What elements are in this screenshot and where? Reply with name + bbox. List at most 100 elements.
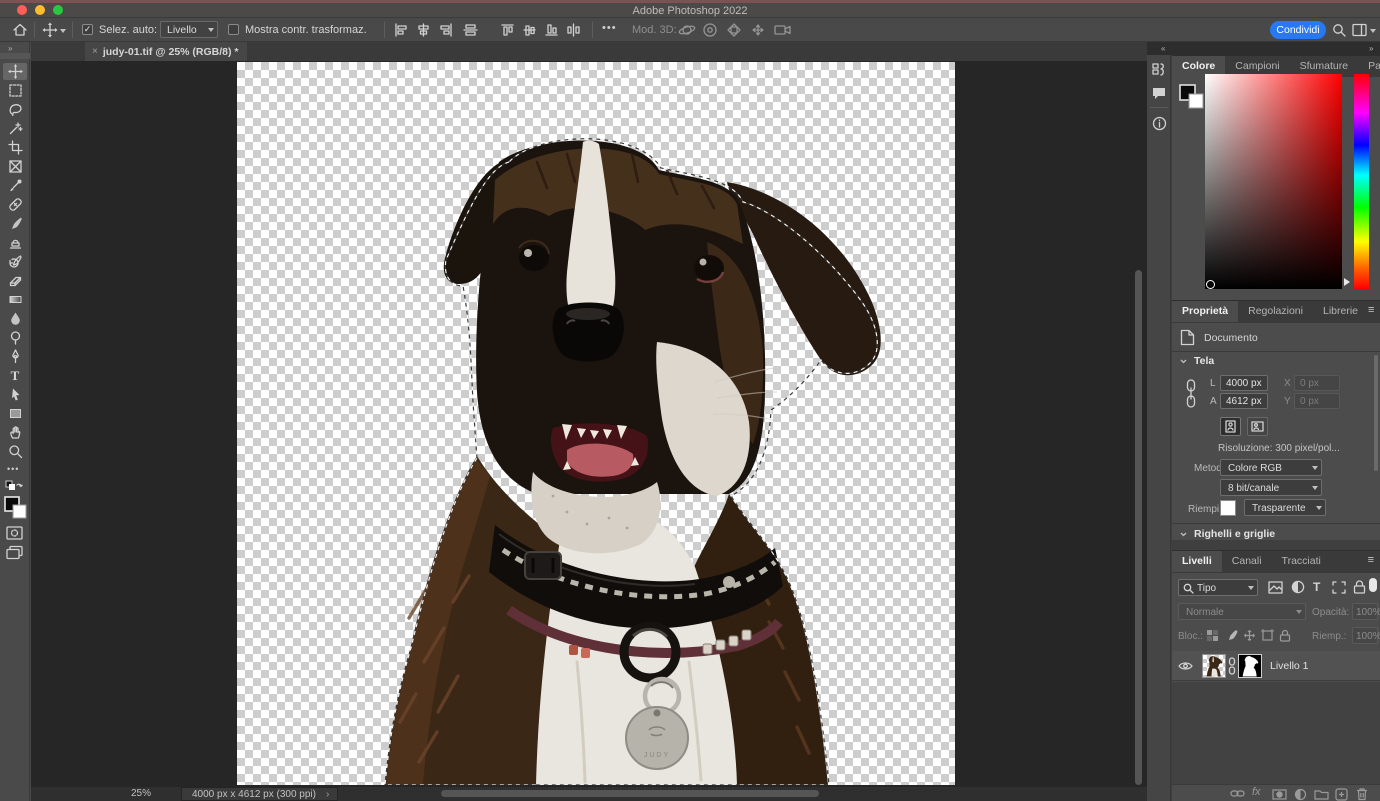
- tela-header[interactable]: Tela: [1194, 355, 1214, 367]
- path-selection-tool[interactable]: [3, 386, 27, 403]
- document-tab[interactable]: × judy-01.tif @ 25% (RGB/8) *: [85, 42, 247, 61]
- lasso-tool[interactable]: [3, 101, 27, 118]
- comments-panel-icon[interactable]: [1149, 83, 1169, 103]
- info-panel-icon[interactable]: [1149, 113, 1169, 133]
- dodge-tool[interactable]: [3, 329, 27, 346]
- tab-librerie[interactable]: Librerie: [1313, 301, 1368, 322]
- pen-tool[interactable]: [3, 348, 27, 365]
- new-group-icon[interactable]: [1314, 789, 1329, 800]
- layer-row[interactable]: Livello 1: [1172, 651, 1380, 681]
- tab-canali[interactable]: Canali: [1222, 551, 1272, 572]
- tab-tracciati[interactable]: Tracciati: [1272, 551, 1331, 572]
- workspace-icon[interactable]: [1352, 23, 1367, 37]
- more-options-icon[interactable]: •••: [602, 22, 617, 34]
- bit-depth-dropdown[interactable]: 8 bit/canale: [1220, 479, 1322, 496]
- filter-smart-object-icon[interactable]: [1353, 580, 1366, 594]
- layers-empty-area[interactable]: [1172, 682, 1380, 784]
- layer-thumbnail[interactable]: [1202, 653, 1226, 678]
- righelli-header[interactable]: Righelli e griglie: [1194, 528, 1275, 540]
- healing-brush-tool[interactable]: [3, 196, 27, 213]
- shape-tool[interactable]: [3, 405, 27, 422]
- vertical-scrollbar[interactable]: [1135, 270, 1142, 785]
- distribute-h-icon[interactable]: [462, 23, 479, 37]
- riempi-swatch[interactable]: [1220, 500, 1236, 516]
- document-info[interactable]: 4000 px x 4612 px (300 ppi) ›: [181, 787, 339, 801]
- layer-filter-dropdown[interactable]: Tipo: [1178, 579, 1258, 596]
- move-tool[interactable]: [3, 63, 27, 80]
- layer-style-icon[interactable]: fx: [1252, 786, 1261, 798]
- tab-proprieta[interactable]: Proprietà: [1172, 301, 1239, 322]
- adjustment-layer-icon[interactable]: [1294, 788, 1307, 801]
- lock-transparency-icon[interactable]: [1206, 629, 1219, 642]
- tela-collapse-icon[interactable]: [1180, 359, 1187, 364]
- horizontal-scrollbar[interactable]: [441, 790, 819, 797]
- add-mask-icon[interactable]: [1272, 789, 1287, 800]
- toolbar-more-icon[interactable]: •••: [7, 464, 19, 474]
- home-icon[interactable]: [12, 22, 28, 38]
- align-middle-icon[interactable]: [522, 23, 537, 37]
- constrain-link-icon[interactable]: [1185, 379, 1197, 411]
- color-swatches-widget[interactable]: [1179, 84, 1207, 112]
- layer-mask-link-icon[interactable]: [1226, 655, 1238, 677]
- riempi-dropdown[interactable]: Trasparente: [1244, 499, 1326, 516]
- align-bottom-icon[interactable]: [544, 23, 559, 37]
- lock-artboard-icon[interactable]: [1261, 629, 1274, 642]
- delete-layer-icon[interactable]: [1356, 787, 1368, 801]
- properties-panel-menu-icon[interactable]: ≡: [1368, 301, 1380, 323]
- layers-panel-menu-icon[interactable]: ≡: [1368, 551, 1380, 573]
- toolbar-collapse-icon[interactable]: »: [8, 44, 12, 53]
- filter-image-icon[interactable]: [1268, 581, 1283, 594]
- canvas[interactable]: JUDY: [237, 62, 955, 785]
- move-tool-options-icon[interactable]: [42, 22, 58, 38]
- blur-tool[interactable]: [3, 310, 27, 327]
- pan-3d-icon[interactable]: [726, 22, 742, 38]
- filter-toggle[interactable]: [1369, 578, 1377, 592]
- filter-adjustment-icon[interactable]: [1291, 580, 1305, 594]
- type-tool[interactable]: T: [3, 367, 27, 384]
- align-left-icon[interactable]: [394, 23, 409, 37]
- hand-tool[interactable]: [3, 424, 27, 441]
- align-center-h-icon[interactable]: [416, 23, 431, 37]
- history-brush-tool[interactable]: [3, 253, 27, 270]
- screen-mode-icon[interactable]: [6, 545, 23, 560]
- color-saturation-square[interactable]: [1205, 74, 1342, 289]
- tab-livelli[interactable]: Livelli: [1172, 551, 1222, 572]
- righelli-collapse-icon[interactable]: [1180, 532, 1187, 537]
- new-layer-icon[interactable]: [1335, 788, 1348, 801]
- lock-pixels-icon[interactable]: [1225, 629, 1238, 642]
- lock-all-icon[interactable]: [1279, 629, 1291, 642]
- distribute-v-icon[interactable]: [566, 23, 581, 37]
- orientation-portrait-button[interactable]: [1220, 417, 1241, 436]
- selez-auto-dropdown[interactable]: Livello: [160, 21, 218, 38]
- eyedropper-tool[interactable]: [3, 177, 27, 194]
- zoom-tool[interactable]: [3, 443, 27, 460]
- color-picker-cursor[interactable]: [1206, 280, 1215, 289]
- default-colors-icon[interactable]: [5, 480, 25, 494]
- align-right-icon[interactable]: [438, 23, 453, 37]
- properties-scrollbar[interactable]: [1374, 355, 1378, 471]
- mostra-contr-checkbox[interactable]: [228, 24, 239, 35]
- foreground-background-swatches[interactable]: [4, 496, 28, 522]
- width-field[interactable]: 4000 px: [1220, 375, 1268, 391]
- marquee-tool[interactable]: [3, 82, 27, 99]
- roll-3d-icon[interactable]: [702, 22, 718, 38]
- slide-3d-icon[interactable]: [750, 22, 766, 38]
- layer-visibility-toggle[interactable]: [1172, 661, 1198, 671]
- brush-tool[interactable]: [3, 215, 27, 232]
- gradient-tool[interactable]: [3, 291, 27, 308]
- layer-name[interactable]: Livello 1: [1270, 660, 1309, 672]
- frame-tool[interactable]: [3, 158, 27, 175]
- zoom-level[interactable]: 25%: [131, 788, 151, 799]
- camera-3d-icon[interactable]: [774, 23, 792, 37]
- expand-panels-icon[interactable]: »: [1369, 44, 1373, 53]
- object-selection-tool[interactable]: [3, 120, 27, 137]
- close-tab-icon[interactable]: ×: [92, 46, 98, 57]
- tab-regolazioni[interactable]: Regolazioni: [1238, 301, 1313, 322]
- tool-preset-chevron-icon[interactable]: [60, 29, 66, 33]
- search-icon[interactable]: [1332, 23, 1347, 38]
- crop-tool[interactable]: [3, 139, 27, 156]
- filter-type-icon[interactable]: T: [1313, 580, 1320, 594]
- metodo-dropdown[interactable]: Colore RGB: [1220, 459, 1322, 476]
- filter-shape-icon[interactable]: [1332, 581, 1346, 594]
- eraser-tool[interactable]: [3, 272, 27, 289]
